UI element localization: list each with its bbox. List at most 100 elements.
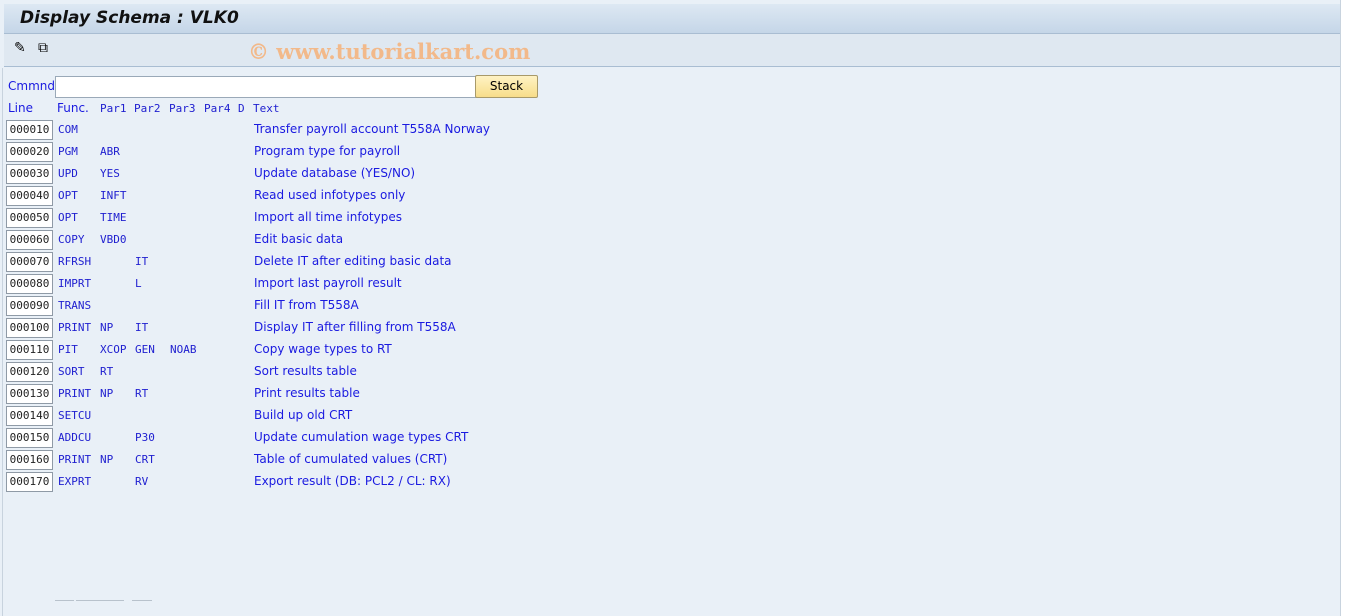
header-par1: Par1 — [100, 102, 127, 115]
par1-cell: ABR — [100, 145, 120, 158]
text-cell: Display IT after filling from T558A — [254, 320, 456, 334]
title-bar: Display Schema : VLK0 — [4, 4, 1340, 34]
par2-cell: RV — [135, 475, 149, 488]
vertical-scrollbar[interactable] — [1340, 0, 1355, 616]
text-cell: Transfer payroll account T558A Norway — [254, 122, 491, 136]
func-cell: EXPRT — [58, 475, 92, 488]
par2-cell: CRT — [135, 453, 155, 466]
header-par2: Par2 — [134, 102, 161, 115]
table-row: 000040 OPT INFT Read used infotypes only — [0, 186, 700, 208]
func-cell: SETCU — [58, 409, 92, 422]
par2-cell: P30 — [135, 431, 155, 444]
par1-cell: NP — [100, 387, 114, 400]
table-row: 000110 PIT XCOP GEN NOAB Copy wage types… — [0, 340, 700, 362]
par1-cell: TIME — [100, 211, 127, 224]
func-cell: RFRSH — [58, 255, 92, 268]
text-cell: Update database (YES/NO) — [254, 166, 416, 180]
par1-cell: VBD0 — [100, 233, 127, 246]
line-number[interactable]: 000090 — [6, 296, 53, 316]
func-cell: OPT — [58, 211, 78, 224]
command-input[interactable] — [55, 76, 478, 98]
func-cell: PRINT — [58, 321, 92, 334]
line-number[interactable]: 000060 — [6, 230, 53, 250]
table-row: 000020 PGM ABR Program type for payroll — [0, 142, 700, 164]
line-number[interactable]: 000100 — [6, 318, 53, 338]
text-cell: Copy wage types to RT — [254, 342, 392, 356]
table-row: 000130 PRINT NP RT Print results table — [0, 384, 700, 406]
line-number[interactable]: 000050 — [6, 208, 53, 228]
stack-button[interactable]: Stack — [475, 75, 538, 98]
line-number[interactable]: 000020 — [6, 142, 53, 162]
par3-cell: NOAB — [170, 343, 197, 356]
line-number[interactable]: 000120 — [6, 362, 53, 382]
table-row: 000120 SORT RT Sort results table — [0, 362, 700, 384]
text-cell: Build up old CRT — [254, 408, 353, 422]
header-par3: Par3 — [169, 102, 196, 115]
command-label: Cmmnd — [8, 79, 55, 93]
display-change-icon[interactable]: ✎ — [14, 40, 26, 56]
text-cell: Sort results table — [254, 364, 357, 378]
table-row: 000060 COPY VBD0 Edit basic data — [0, 230, 700, 252]
line-number[interactable]: 000110 — [6, 340, 53, 360]
table-row: 000070 RFRSH IT Delete IT after editing … — [0, 252, 700, 274]
footer-line — [132, 600, 152, 601]
func-cell: ADDCU — [58, 431, 92, 444]
func-cell: IMPRT — [58, 277, 92, 290]
func-cell: PRINT — [58, 387, 92, 400]
line-number[interactable]: 000140 — [6, 406, 53, 426]
table-row: 000140 SETCU Build up old CRT — [0, 406, 700, 428]
par1-cell: XCOP — [100, 343, 127, 356]
header-text: Text — [253, 102, 280, 115]
table-row: 000050 OPT TIME Import all time infotype… — [0, 208, 700, 230]
other-object-icon[interactable]: ⧉ — [38, 40, 48, 56]
line-number[interactable]: 000070 — [6, 252, 53, 272]
table-row: 000100 PRINT NP IT Display IT after fill… — [0, 318, 700, 340]
header-line: Line — [8, 101, 34, 115]
text-cell: Program type for payroll — [254, 144, 401, 158]
header-func: Func. — [57, 101, 89, 115]
par2-cell: IT — [135, 255, 149, 268]
par2-cell: GEN — [135, 343, 155, 356]
line-number[interactable]: 000080 — [6, 274, 53, 294]
line-number[interactable]: 000130 — [6, 384, 53, 404]
toolbar: ✎ ⧉ © www.tutorialkart.com — [4, 34, 1340, 67]
par1-cell: RT — [100, 365, 114, 378]
page-title: Display Schema : VLK0 — [20, 8, 239, 28]
text-cell: Export result (DB: PCL2 / CL: RX) — [254, 474, 451, 488]
table-row: 000170 EXPRT RV Export result (DB: PCL2 … — [0, 472, 700, 494]
func-cell: PIT — [58, 343, 78, 356]
footer-line — [76, 600, 124, 601]
text-cell: Print results table — [254, 386, 360, 400]
table-row: 000010 COM Transfer payroll account T558… — [0, 120, 700, 142]
header-par4: Par4 — [204, 102, 231, 115]
par2-cell: L — [135, 277, 142, 290]
par1-cell: INFT — [100, 189, 127, 202]
table-row: 000080 IMPRT L Import last payroll resul… — [0, 274, 700, 296]
line-number[interactable]: 000010 — [6, 120, 53, 140]
line-number[interactable]: 000170 — [6, 472, 53, 492]
line-number[interactable]: 000160 — [6, 450, 53, 470]
line-number[interactable]: 000150 — [6, 428, 53, 448]
par1-cell: NP — [100, 321, 114, 334]
par1-cell: NP — [100, 453, 114, 466]
func-cell: PGM — [58, 145, 78, 158]
func-cell: COPY — [58, 233, 85, 246]
func-cell: UPD — [58, 167, 78, 180]
par2-cell: RT — [135, 387, 149, 400]
line-number[interactable]: 000040 — [6, 186, 53, 206]
table-row: 000160 PRINT NP CRT Table of cumulated v… — [0, 450, 700, 472]
par2-cell: IT — [135, 321, 149, 334]
line-number[interactable]: 000030 — [6, 164, 53, 184]
func-cell: COM — [58, 123, 78, 136]
table-row: 000090 TRANS Fill IT from T558A — [0, 296, 700, 318]
func-cell: SORT — [58, 365, 85, 378]
func-cell: PRINT — [58, 453, 92, 466]
header-d: D — [238, 102, 245, 115]
footer-line — [55, 600, 74, 601]
text-cell: Fill IT from T558A — [254, 298, 359, 312]
text-cell: Import last payroll result — [254, 276, 402, 290]
par1-cell: YES — [100, 167, 120, 180]
text-cell: Edit basic data — [254, 232, 344, 246]
text-cell: Table of cumulated values (CRT) — [254, 452, 448, 466]
watermark: © www.tutorialkart.com — [248, 39, 531, 64]
